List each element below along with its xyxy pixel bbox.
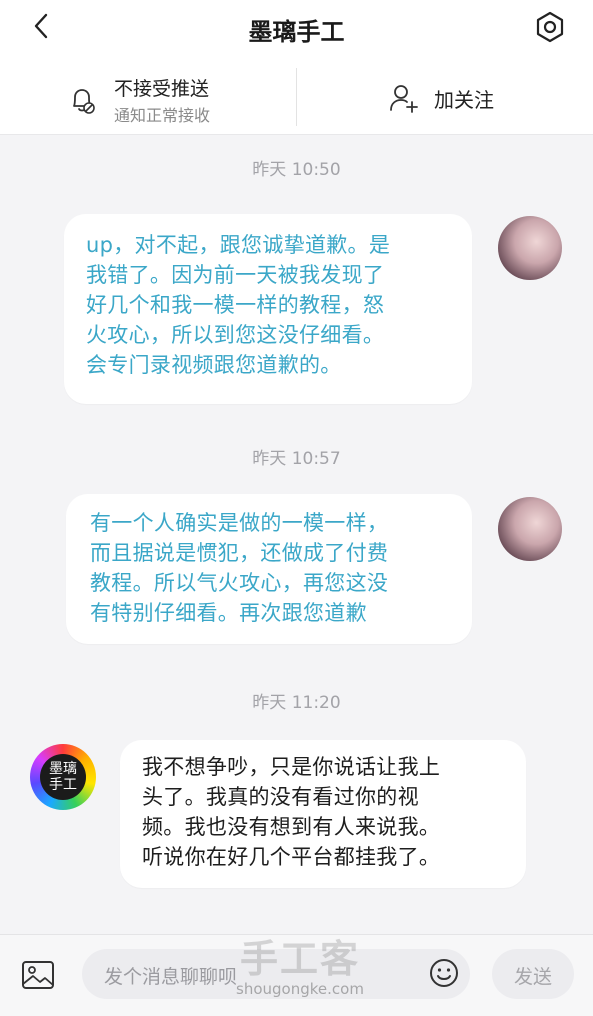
message-bubble[interactable]: up，对不起，跟您诚挚道歉。是 我错了。因为前一天被我发现了 好几个和我一模一样… [64,214,472,404]
message-line: 火攻心，所以到您这没仔细看。 [86,323,385,347]
avatar[interactable] [498,497,562,561]
message-line: 教程。所以气火攻心，再您这没 [90,571,389,595]
message-line: 我不想争吵，只是你说话让我上 [142,755,441,779]
push-setting-sublabel: 通知正常接收 [114,106,211,125]
message-line: 有一个人确实是做的一模一样， [90,511,389,535]
top-nav-bar: 墨璃手工 [0,0,593,54]
message-timestamp: 昨天 10:57 [252,449,341,469]
input-placeholder: 发个消息聊聊呗 [104,966,238,988]
message-input[interactable]: 发个消息聊聊呗 [82,949,470,999]
message-line: 我错了。因为前一天被我发现了 [86,263,385,287]
hexagon-gear-icon [536,11,564,43]
message-line: 听说你在好几个平台都挂我了。 [142,845,441,869]
message-input-bar: 发个消息聊聊呗 发送 [0,934,593,1016]
message-line: up，对不起，跟您诚挚道歉。是 [86,233,391,257]
avatar[interactable] [498,216,562,280]
settings-button[interactable] [533,10,567,44]
message-timestamp: 昨天 11:20 [252,693,341,713]
follow-label: 加关注 [434,88,494,112]
message-line: 而且据说是惯犯，还做成了付费 [90,541,389,565]
message-line: 头了。我真的没有看过你的视 [142,785,419,809]
send-button[interactable]: 发送 [492,949,574,999]
avatar-logo: 墨璃 手工 [40,754,86,800]
message-line: 好几个和我一模一样的教程，怒 [86,293,385,317]
push-setting-label: 不接受推送 [114,78,210,100]
message-line: 有特别仔细看。再次跟您道歉 [90,601,367,625]
avatar[interactable]: 墨璃 手工 [30,744,96,810]
image-icon [22,961,54,989]
bell-off-icon [73,89,95,114]
emoji-button[interactable] [428,957,460,989]
chat-options-bar: 不接受推送 通知正常接收 加关注 [0,54,593,135]
divider [296,68,297,126]
smiley-icon [430,959,458,987]
page-title: 墨璃手工 [248,18,345,46]
message-line: 频。我也没有想到有人来说我。 [142,815,441,839]
message-bubble[interactable]: 我不想争吵，只是你说话让我上 头了。我真的没有看过你的视 频。我也没有想到有人来… [120,740,526,888]
message-timestamp: 昨天 10:50 [252,160,341,180]
message-bubble[interactable]: 有一个人确实是做的一模一样， 而且据说是惯犯，还做成了付费 教程。所以气火攻心，… [66,494,472,644]
send-label: 发送 [513,966,552,988]
add-user-icon [390,85,418,113]
image-button[interactable] [20,957,56,993]
message-line: 会专门录视频跟您道歉的。 [86,353,342,377]
